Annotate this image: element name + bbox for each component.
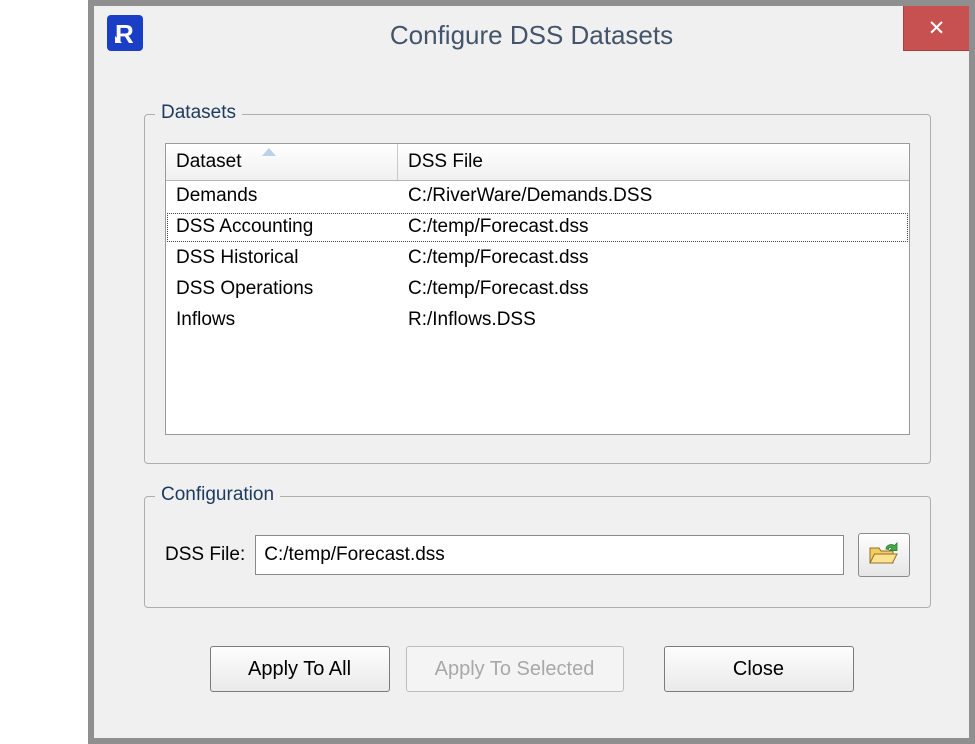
dss-file-cell: C:/temp/Forecast.dss	[398, 212, 909, 243]
dataset-name-cell: DSS Accounting	[166, 212, 398, 243]
table-row[interactable]: DemandsC:/RiverWare/Demands.DSS	[166, 181, 909, 212]
dss-file-cell: R:/Inflows.DSS	[398, 305, 909, 336]
column-header-dataset[interactable]: Dataset	[166, 144, 398, 180]
column-header-dataset-label: Dataset	[176, 151, 241, 172]
dss-file-cell: C:/RiverWare/Demands.DSS	[398, 181, 909, 212]
dataset-name-cell: DSS Operations	[166, 274, 398, 305]
datasets-table-header: Dataset DSS File	[166, 144, 909, 181]
window-title: Configure DSS Datasets	[94, 6, 969, 64]
sort-ascending-icon	[262, 148, 276, 156]
datasets-group-label: Datasets	[155, 102, 242, 124]
configure-dss-datasets-dialog: R Configure DSS Datasets ✕ Datasets Data…	[88, 0, 975, 744]
browse-button[interactable]	[858, 533, 910, 577]
table-row[interactable]: DSS OperationsC:/temp/Forecast.dss	[166, 274, 909, 305]
datasets-group: Datasets Dataset DSS File DemandsC:/Rive…	[144, 114, 931, 464]
svg-text:R: R	[115, 19, 134, 49]
apply-to-all-button[interactable]: Apply To All	[210, 646, 390, 692]
datasets-table: Dataset DSS File DemandsC:/RiverWare/Dem…	[165, 143, 910, 435]
dataset-name-cell: Inflows	[166, 305, 398, 336]
apply-to-selected-button[interactable]: Apply To Selected	[406, 646, 624, 692]
dss-file-cell: C:/temp/Forecast.dss	[398, 274, 909, 305]
riverware-logo-icon: R	[107, 15, 143, 51]
dss-file-input[interactable]	[255, 535, 844, 575]
table-row[interactable]: DSS HistoricalC:/temp/Forecast.dss	[166, 243, 909, 274]
table-row[interactable]: DSS AccountingC:/temp/Forecast.dss	[166, 212, 909, 243]
dss-file-row: DSS File:	[165, 533, 910, 577]
dataset-name-cell: Demands	[166, 181, 398, 212]
configuration-group-label: Configuration	[155, 484, 280, 506]
dss-file-cell: C:/temp/Forecast.dss	[398, 243, 909, 274]
button-row: Apply To All Apply To Selected Close	[94, 646, 969, 692]
dss-file-label: DSS File:	[165, 544, 245, 566]
dataset-name-cell: DSS Historical	[166, 243, 398, 274]
close-button[interactable]: Close	[664, 646, 854, 692]
column-header-dss-file[interactable]: DSS File	[398, 144, 909, 180]
title-bar: R Configure DSS Datasets ✕	[94, 6, 969, 64]
close-icon: ✕	[928, 16, 946, 41]
window-close-button[interactable]: ✕	[903, 6, 969, 51]
dataset-table-body: DemandsC:/RiverWare/Demands.DSSDSS Accou…	[166, 181, 909, 336]
table-row[interactable]: InflowsR:/Inflows.DSS	[166, 305, 909, 336]
configuration-group: Configuration DSS File:	[144, 496, 931, 608]
open-folder-icon	[868, 542, 900, 568]
column-header-dss-file-label: DSS File	[408, 151, 483, 172]
